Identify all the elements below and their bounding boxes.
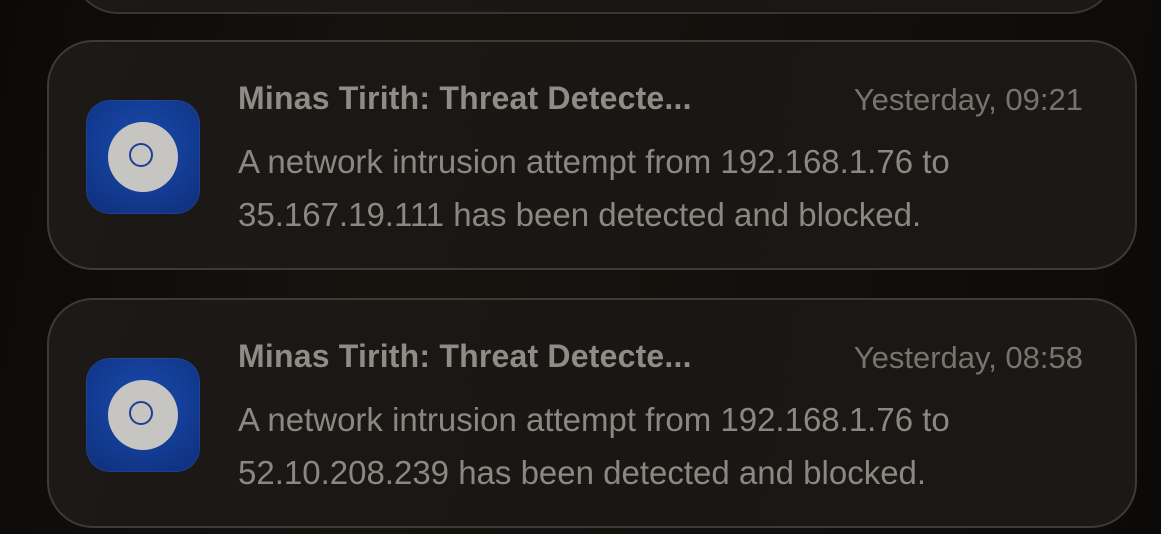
notification-card[interactable]: Minas Tirith: Threat Detecte... Yesterda… xyxy=(47,40,1137,270)
notification-time: Yesterday, 08:58 xyxy=(853,340,1083,375)
notification-card[interactable]: Minas Tirith: Threat Detecte... Yesterda… xyxy=(47,298,1137,528)
app-icon xyxy=(86,100,200,214)
notification-body-line: A network intrusion attempt from 192.168… xyxy=(238,143,950,180)
notification-title: Minas Tirith: Threat Detecte... xyxy=(238,338,692,374)
notification-body: A network intrusion attempt from 192.168… xyxy=(238,393,1098,499)
disc-icon xyxy=(108,380,178,450)
ring-icon xyxy=(129,143,153,167)
notification-body: A network intrusion attempt from 192.168… xyxy=(238,135,1098,241)
notification-body-line: A network intrusion attempt from 192.168… xyxy=(238,401,950,438)
notification-time: Yesterday, 09:21 xyxy=(853,82,1083,117)
notification-card-partial[interactable] xyxy=(72,0,1116,14)
app-icon xyxy=(86,358,200,472)
disc-icon xyxy=(108,122,178,192)
notification-title: Minas Tirith: Threat Detecte... xyxy=(238,80,692,116)
notification-body-line: 35.167.19.111 has been detected and bloc… xyxy=(238,196,922,233)
notification-body-line: 52.10.208.239 has been detected and bloc… xyxy=(238,454,927,491)
ring-icon xyxy=(129,401,153,425)
